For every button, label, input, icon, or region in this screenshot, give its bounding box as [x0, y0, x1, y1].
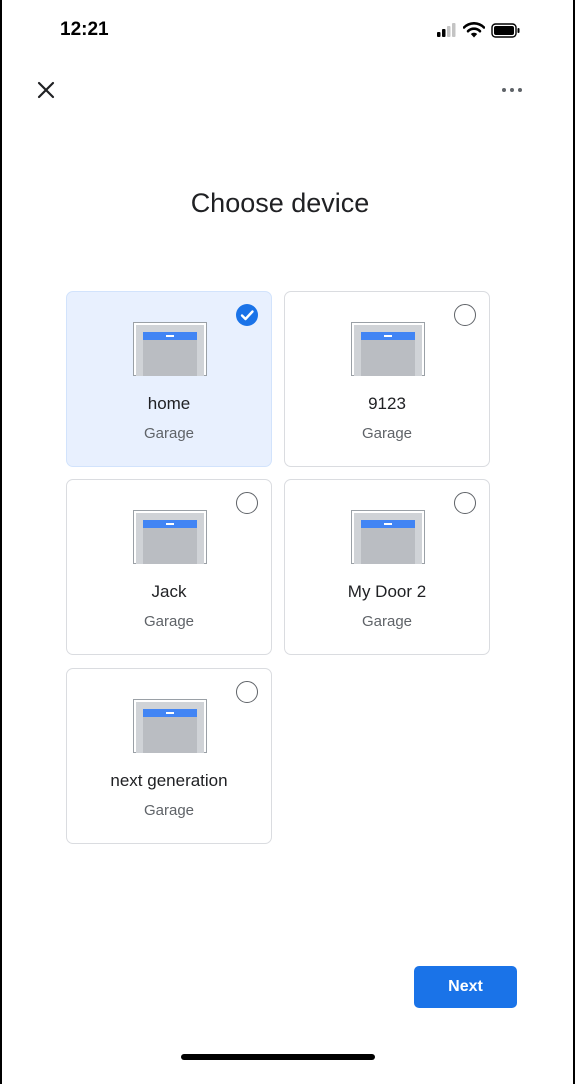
garage-door-icon	[133, 699, 207, 753]
radio-unselected-icon[interactable]	[454, 304, 476, 326]
top-bar	[0, 70, 575, 110]
device-card-jack[interactable]: Jack Garage	[66, 479, 272, 655]
radio-unselected-icon[interactable]	[454, 492, 476, 514]
status-bar: 12:21	[0, 0, 575, 60]
next-button[interactable]: Next	[414, 966, 517, 1008]
garage-door-icon	[351, 322, 425, 376]
status-time: 12:21	[60, 19, 109, 40]
device-card-9123[interactable]: 9123 Garage	[284, 291, 490, 467]
device-card-next-generation[interactable]: next generation Garage	[66, 668, 272, 844]
more-options-icon[interactable]	[499, 78, 525, 102]
battery-icon	[491, 22, 520, 38]
device-name: 9123	[368, 394, 406, 413]
garage-door-icon	[351, 510, 425, 564]
close-icon[interactable]	[34, 78, 58, 102]
home-indicator[interactable]	[181, 1054, 375, 1060]
status-icons	[437, 22, 521, 38]
garage-door-icon	[133, 510, 207, 564]
device-type: Garage	[361, 425, 413, 442]
selected-check-icon[interactable]	[236, 304, 258, 326]
device-type: Garage	[143, 613, 195, 630]
device-name: Jack	[151, 582, 187, 601]
device-name: My Door 2	[347, 582, 427, 601]
device-card-my-door-2[interactable]: My Door 2 Garage	[284, 479, 490, 655]
device-name: next generation	[110, 771, 228, 790]
signal-icon	[437, 23, 456, 37]
device-type: Garage	[143, 802, 195, 819]
device-type: Garage	[361, 613, 413, 630]
radio-unselected-icon[interactable]	[236, 492, 258, 514]
device-name: home	[147, 394, 191, 413]
wifi-icon	[463, 22, 485, 38]
garage-door-icon	[133, 322, 207, 376]
device-type: Garage	[143, 425, 195, 442]
page-title: Choose device	[190, 188, 370, 218]
device-card-home[interactable]: home Garage	[66, 291, 272, 467]
radio-unselected-icon[interactable]	[236, 681, 258, 703]
